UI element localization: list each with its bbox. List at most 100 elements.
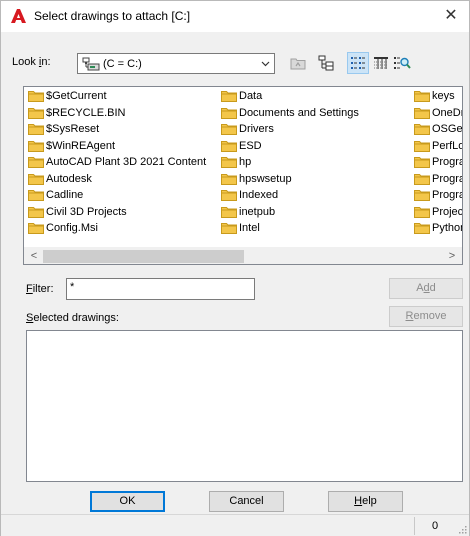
status-count: 0 (432, 520, 439, 532)
folder-icon (28, 91, 44, 103)
folder-name: Drivers (239, 123, 274, 136)
folder-icon (221, 190, 237, 202)
file-column-3: keys OneDr OSGe PerfLo Progra Progra Progra Pro… (414, 88, 463, 237)
folder-name: hp (239, 156, 252, 169)
help-button[interactable]: Help (328, 491, 403, 512)
folder-item[interactable]: Progra (414, 154, 463, 171)
list-view-button[interactable] (347, 52, 369, 74)
folder-item[interactable]: $WinREAgent (28, 138, 206, 155)
folder-name: Intel (239, 222, 260, 235)
folder-icon (221, 124, 237, 136)
folder-name: keys (432, 90, 455, 103)
filter-label: Filter: (26, 283, 54, 295)
preview-search-button[interactable] (391, 52, 413, 74)
folder-name: PerfLo (432, 139, 463, 152)
selected-drawings-label: Selected drawings: (26, 312, 119, 324)
folder-name: ESD (239, 139, 262, 152)
folder-item[interactable]: Progra (414, 171, 463, 188)
folder-item[interactable]: Intel (221, 220, 359, 237)
up-folder-icon (290, 58, 306, 70)
folder-icon (414, 173, 430, 185)
folder-item[interactable]: $RECYCLE.BIN (28, 105, 206, 122)
details-view-button[interactable] (370, 52, 392, 74)
folder-icon (28, 173, 44, 185)
folder-name: Indexed (239, 189, 279, 202)
folder-item[interactable]: Documents and Settings (221, 105, 359, 122)
cancel-button[interactable]: Cancel (209, 491, 284, 512)
folder-name: inetpub (239, 205, 276, 218)
folder-item[interactable]: Config.Msi (28, 220, 206, 237)
folder-item[interactable]: AutoCAD Plant 3D 2021 Content (28, 154, 206, 171)
folder-icon (221, 173, 237, 185)
folder-name: $WinREAgent (46, 139, 116, 152)
details-view-icon (374, 57, 388, 69)
folder-name: Autodesk (46, 172, 92, 185)
folder-item[interactable]: inetpub (221, 204, 359, 221)
folder-icon (221, 223, 237, 235)
folder-name: OSGe (432, 123, 463, 136)
folder-icon (28, 124, 44, 136)
folder-name: Progra (432, 156, 463, 169)
folder-item[interactable]: keys (414, 88, 462, 105)
status-bar: 0 (1, 514, 469, 536)
folder-name: Cadline (46, 189, 84, 202)
folder-item[interactable]: OneDr (414, 105, 463, 122)
chevron-down-icon (261, 61, 270, 67)
folder-item[interactable]: Civil 3D Projects (28, 204, 206, 221)
folder-item[interactable]: Python (414, 220, 463, 237)
folder-item[interactable]: ESD (221, 138, 359, 155)
folder-item[interactable]: Data (221, 88, 359, 105)
lookin-label: Look in: (12, 56, 51, 68)
resize-grip-icon[interactable] (457, 524, 467, 534)
list-view-icon (351, 57, 365, 69)
scroll-left-button[interactable]: < (27, 249, 41, 264)
folder-item[interactable]: Indexed (221, 187, 359, 204)
close-icon: ✕ (444, 7, 458, 24)
folder-icon (28, 157, 44, 169)
folder-name: Progra (432, 189, 463, 202)
file-column-1: $GetCurrent $RECYCLE.BIN $SysReset $WinREAg… (28, 88, 206, 237)
scroll-thumb[interactable] (43, 250, 244, 263)
add-button[interactable]: Add (389, 278, 463, 299)
folder-item[interactable]: hp (221, 154, 359, 171)
folder-item[interactable]: Drivers (221, 121, 359, 138)
up-folder-button[interactable] (287, 52, 309, 74)
folder-icon (28, 206, 44, 218)
folder-item[interactable]: $GetCurrent (28, 88, 206, 105)
folder-icon (414, 223, 430, 235)
folder-item[interactable]: Projec (414, 204, 463, 221)
tree-view-icon (318, 55, 334, 71)
selected-drawings-list[interactable] (26, 330, 463, 482)
folder-item[interactable]: Autodesk (28, 171, 206, 188)
scroll-right-button[interactable]: > (445, 249, 459, 264)
tree-view-button[interactable] (315, 52, 337, 74)
folder-icon (28, 223, 44, 235)
folder-name: OneDr (432, 106, 463, 119)
folder-icon (414, 140, 430, 152)
lookin-value: (C = C:) (103, 58, 142, 70)
folder-name: Python (432, 222, 463, 235)
folder-name: hpswsetup (239, 172, 292, 185)
folder-icon (221, 107, 237, 119)
folder-name: Config.Msi (46, 222, 98, 235)
horizontal-scrollbar[interactable]: < > (24, 247, 462, 264)
folder-item[interactable]: $SysReset (28, 121, 206, 138)
filter-input[interactable]: * (66, 278, 255, 300)
folder-name: Documents and Settings (239, 106, 359, 119)
folder-item[interactable]: OSGe (414, 121, 463, 138)
ok-button[interactable]: OK (90, 491, 165, 512)
folder-item[interactable]: PerfLo (414, 138, 463, 155)
folder-icon (414, 124, 430, 136)
folder-name: Projec (432, 205, 463, 218)
remove-button[interactable]: Remove (389, 306, 463, 327)
folder-item[interactable]: Cadline (28, 187, 206, 204)
close-button[interactable]: ✕ (433, 1, 469, 32)
folder-name: Progra (432, 172, 463, 185)
lookin-dropdown[interactable]: (C = C:) (77, 53, 275, 74)
folder-item[interactable]: hpswsetup (221, 171, 359, 188)
folder-name: AutoCAD Plant 3D 2021 Content (46, 156, 207, 169)
folder-icon (221, 157, 237, 169)
folder-item[interactable]: Progra (414, 187, 463, 204)
folder-name: Data (239, 90, 263, 103)
file-list[interactable]: $GetCurrent $RECYCLE.BIN $SysReset $WinREAg… (23, 86, 463, 265)
